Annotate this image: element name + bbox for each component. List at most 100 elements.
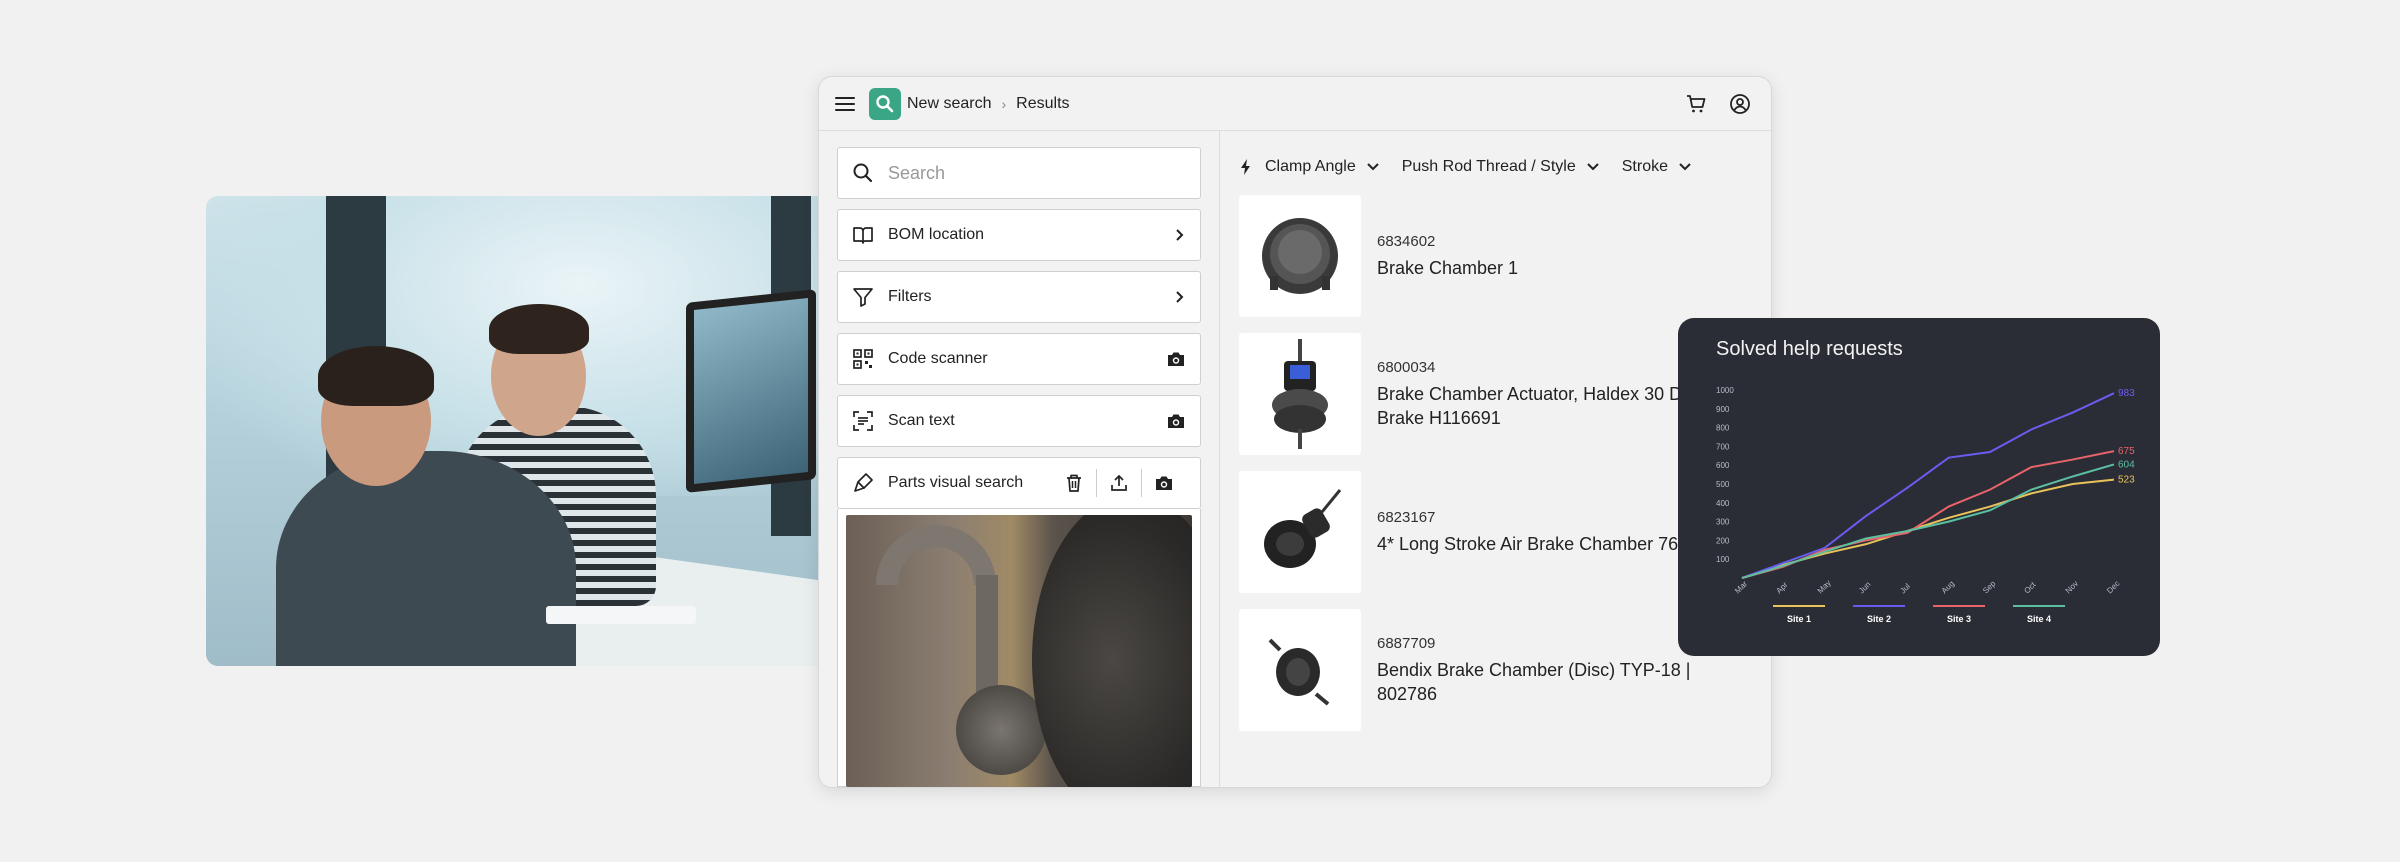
filter-label: Clamp Angle: [1265, 158, 1356, 175]
camera-icon[interactable]: [1166, 412, 1186, 430]
breadcrumb-new-search[interactable]: New search: [907, 95, 991, 113]
filter-stroke[interactable]: Stroke: [1622, 158, 1692, 176]
parts-visual-search-label: Parts visual search: [888, 474, 1024, 491]
camera-icon[interactable]: [1142, 468, 1186, 498]
part-number: 6887709: [1377, 634, 1436, 652]
cart-icon[interactable]: [1681, 89, 1711, 119]
x-tick-label: Jun: [1857, 580, 1872, 595]
y-tick-label: 800: [1716, 424, 1730, 433]
y-tick-label: 300: [1716, 518, 1730, 527]
x-tick-label: Oct: [2022, 580, 2038, 596]
code-scanner-button[interactable]: Code scanner: [837, 333, 1201, 385]
lightning-icon: [1241, 159, 1250, 175]
scan-text-icon: [853, 411, 873, 431]
filter-clamp-angle[interactable]: Clamp Angle: [1239, 158, 1380, 176]
camera-icon[interactable]: [1166, 350, 1186, 368]
menu-icon[interactable]: [835, 94, 855, 114]
y-tick-label: 100: [1716, 555, 1730, 564]
scan-text-label: Scan text: [888, 412, 955, 429]
part-name: Bendix Brake Chamber (Disc) TYP-18 | 802…: [1377, 659, 1691, 704]
data-label: 604: [2118, 459, 2135, 470]
y-tick-label: 500: [1716, 480, 1730, 489]
series-line: [1741, 463, 2115, 579]
y-tick-label: 700: [1716, 442, 1730, 451]
result-item[interactable]: 6800034 Brake Chamber Actuator, Haldex 3…: [1239, 333, 1753, 455]
chevron-down-icon: [1367, 163, 1379, 171]
series-line: [1741, 478, 2115, 579]
chevron-right-icon: [1176, 291, 1184, 303]
filter-label: Push Rod Thread / Style: [1401, 158, 1576, 175]
data-label: 983: [2118, 388, 2135, 399]
trash-icon[interactable]: [1052, 468, 1096, 498]
x-tick-label: May: [1816, 578, 1833, 595]
x-tick-label: Dec: [2105, 579, 2121, 595]
office-photo: [206, 196, 828, 666]
x-tick-label: Aug: [1940, 579, 1956, 595]
result-item[interactable]: 6823167 4* Long Stroke Air Brake Chamber…: [1239, 471, 1753, 593]
product-thumbnail: [1239, 195, 1361, 317]
search-icon: [853, 163, 873, 183]
x-tick-label: Jul: [1898, 582, 1912, 596]
part-number: 6800034: [1377, 358, 1436, 376]
data-label: 523: [2118, 475, 2135, 486]
part-name: Brake Chamber Actuator, Haldex 30 Drum B…: [1377, 383, 1714, 428]
visual-search-panel: [837, 509, 1201, 787]
line-chart: 100 200 300 400 500 600 700 800 900 1000 Mar Apr May…: [1716, 386, 2135, 624]
top-bar: New search › Results: [819, 77, 1771, 131]
chevron-right-icon: ›: [1001, 95, 1007, 112]
bom-location-label: BOM location: [888, 226, 985, 243]
user-circle-icon[interactable]: [1725, 89, 1755, 119]
search-input[interactable]: [888, 162, 1168, 184]
parts-search-app: New search › Results BOM location Filter…: [818, 76, 1772, 788]
left-panel: BOM location Filters Code scanner Scan t…: [819, 131, 1220, 787]
code-scanner-label: Code scanner: [888, 350, 988, 367]
upload-icon[interactable]: [1097, 468, 1141, 498]
series-line: [1741, 450, 2115, 579]
part-name: 4* Long Stroke Air Brake Chamber 76mm: [1377, 533, 1709, 554]
filter-bar: Clamp Angle Push Rod Thread / Style Stro…: [1239, 147, 1753, 187]
legend-label: Site 3: [1947, 614, 1971, 624]
scan-text-button[interactable]: Scan text: [837, 395, 1201, 447]
brush-icon: [854, 473, 873, 492]
part-number: 6834602: [1377, 232, 1436, 250]
book-open-icon: [853, 227, 873, 244]
product-thumbnail: [1239, 333, 1361, 455]
filters-button[interactable]: Filters: [837, 271, 1201, 323]
search-field[interactable]: [837, 147, 1201, 199]
chevron-down-icon: [1679, 163, 1691, 171]
filter-push-rod[interactable]: Push Rod Thread / Style: [1402, 158, 1600, 176]
y-tick-label: 400: [1716, 499, 1730, 508]
chevron-right-icon: [1176, 229, 1184, 241]
result-item[interactable]: 6887709 Bendix Brake Chamber (Disc) TYP-…: [1239, 609, 1753, 731]
series-line: [1741, 392, 2115, 579]
product-thumbnail: [1239, 609, 1361, 731]
search-icon[interactable]: [869, 87, 901, 120]
uploaded-part-photo: [846, 515, 1192, 787]
chevron-down-icon: [1587, 163, 1599, 171]
bom-location-button[interactable]: BOM location: [837, 209, 1201, 261]
filter-label: Stroke: [1621, 158, 1668, 175]
x-tick-label: Nov: [2064, 579, 2080, 595]
x-tick-label: Mar: [1733, 579, 1749, 595]
chart-title: Solved help requests: [1716, 338, 1903, 360]
y-tick-label: 900: [1716, 405, 1730, 414]
part-name: Brake Chamber 1: [1377, 257, 1519, 278]
product-thumbnail: [1239, 471, 1361, 593]
qr-code-icon: [853, 349, 873, 369]
x-tick-label: Sep: [1981, 579, 1998, 596]
parts-visual-search-header: Parts visual search: [837, 457, 1201, 509]
legend-label: Site 4: [2027, 614, 2051, 624]
breadcrumb-results: Results: [1016, 94, 1070, 112]
data-label: 675: [2118, 446, 2135, 457]
y-tick-label: 600: [1716, 461, 1730, 470]
y-tick-label: 1000: [1716, 386, 1734, 395]
solved-requests-chart-card: Solved help requests 100 200 300 400 500 600 7…: [1678, 318, 2160, 656]
filter-icon: [853, 288, 873, 307]
x-tick-label: Apr: [1774, 580, 1789, 595]
y-tick-label: 200: [1716, 536, 1730, 545]
filters-label: Filters: [888, 288, 932, 305]
part-number: 6823167: [1377, 508, 1436, 526]
legend-label: Site 1: [1787, 614, 1811, 624]
result-item[interactable]: 6834602 Brake Chamber 1: [1239, 195, 1753, 317]
legend-label: Site 2: [1867, 614, 1891, 624]
